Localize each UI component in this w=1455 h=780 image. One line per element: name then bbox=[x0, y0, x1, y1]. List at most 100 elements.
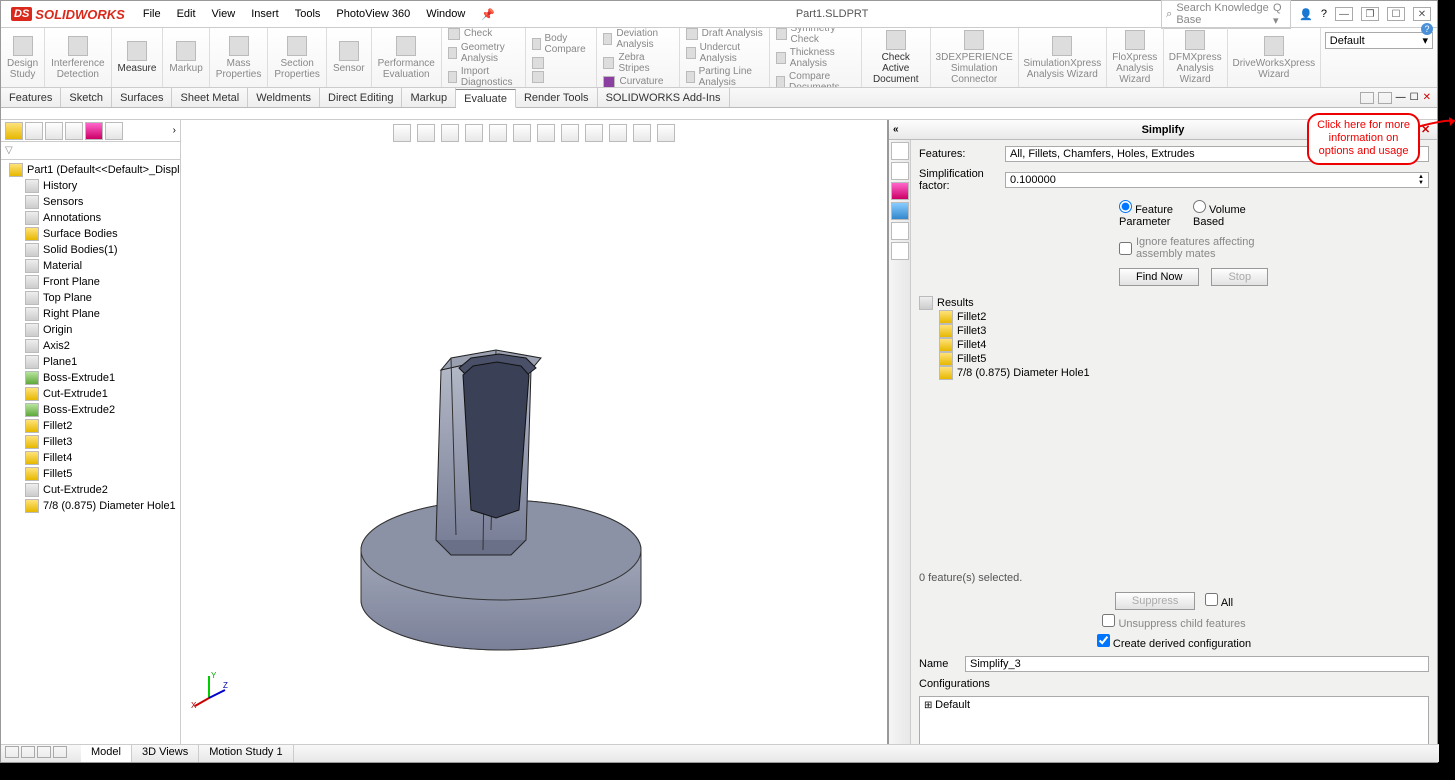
ribbon-section[interactable]: Section Properties bbox=[268, 28, 327, 87]
tree-item[interactable]: Annotations bbox=[1, 210, 180, 226]
ribbon-simulationxpress[interactable]: SimulationXpress Analysis Wizard bbox=[1019, 28, 1107, 87]
tab-icon[interactable] bbox=[891, 142, 909, 160]
display-style-icon[interactable] bbox=[537, 124, 555, 142]
tree-item[interactable]: Cut-Extrude1 bbox=[1, 386, 180, 402]
display-icon[interactable] bbox=[657, 124, 675, 142]
window-max-icon[interactable]: ☐ bbox=[1410, 92, 1419, 103]
ignore-features-check[interactable]: Ignore features affecting assembly mates bbox=[919, 234, 1429, 262]
fm-tab-dim-icon[interactable] bbox=[65, 122, 83, 140]
window-close-icon[interactable]: ✕ bbox=[1423, 92, 1431, 103]
hide-show-icon[interactable] bbox=[561, 124, 579, 142]
scene-icon[interactable] bbox=[609, 124, 627, 142]
cmdtab-features[interactable]: Features bbox=[1, 88, 61, 107]
tree-item[interactable]: Solid Bodies(1) bbox=[1, 242, 180, 258]
cmdtab-render-tools[interactable]: Render Tools bbox=[516, 88, 598, 107]
tree-item[interactable]: Top Plane bbox=[1, 290, 180, 306]
cmdtab-weldments[interactable]: Weldments bbox=[248, 88, 320, 107]
result-item[interactable]: 7/8 (0.875) Diameter Hole1 bbox=[919, 366, 1429, 380]
feature-filter[interactable]: ▽ bbox=[1, 142, 180, 160]
cmdtab-sheet-metal[interactable]: Sheet Metal bbox=[172, 88, 248, 107]
ribbon-measure[interactable]: Measure bbox=[112, 28, 164, 87]
ribbon-item[interactable]: Undercut Analysis bbox=[686, 42, 763, 64]
ribbon-item[interactable]: Check bbox=[448, 28, 519, 40]
tree-item[interactable]: Boss-Extrude1 bbox=[1, 370, 180, 386]
bottom-icon[interactable] bbox=[53, 746, 67, 758]
name-input[interactable] bbox=[965, 656, 1429, 672]
tree-item[interactable]: Sensors bbox=[1, 194, 180, 210]
ribbon-driveworksxpress[interactable]: DriveWorksXpress Wizard bbox=[1228, 28, 1321, 87]
help-circle-icon[interactable]: ? bbox=[1421, 23, 1433, 35]
results-header[interactable]: Results bbox=[919, 296, 1429, 310]
ribbon-item[interactable]: Thickness Analysis bbox=[776, 47, 855, 69]
radio-feature-parameter[interactable]: Feature Parameter bbox=[1119, 200, 1173, 228]
tab-icon[interactable] bbox=[891, 202, 909, 220]
view-settings-icon[interactable] bbox=[633, 124, 651, 142]
result-item[interactable]: Fillet5 bbox=[919, 352, 1429, 366]
appearance-icon[interactable] bbox=[585, 124, 603, 142]
cmdtab-markup[interactable]: Markup bbox=[402, 88, 456, 107]
cmdtab-surfaces[interactable]: Surfaces bbox=[112, 88, 172, 107]
minimize-button[interactable]: — bbox=[1335, 7, 1353, 21]
ribbon-item[interactable]: Zebra Stripes bbox=[603, 52, 672, 74]
maximize-button[interactable]: ☐ bbox=[1387, 7, 1405, 21]
tab-icon[interactable] bbox=[891, 162, 909, 180]
spinner-icon[interactable]: ▲▼ bbox=[1418, 174, 1424, 186]
factor-input[interactable]: 0.100000 ▲▼ bbox=[1005, 172, 1429, 188]
help-icon[interactable]: ? bbox=[1321, 8, 1327, 20]
bottom-icon[interactable] bbox=[5, 746, 19, 758]
search-knowledge-base[interactable]: ⌕ Search Knowledge Base Q ▾ bbox=[1161, 0, 1291, 29]
ribbon-check active[interactable]: Check Active Document bbox=[862, 28, 931, 87]
collapse-icon[interactable]: « bbox=[893, 124, 899, 135]
ribbon-mass[interactable]: Mass Properties bbox=[210, 28, 269, 87]
ribbon-item[interactable]: Geometry Analysis bbox=[448, 42, 519, 64]
ribbon-design[interactable]: Design Study bbox=[1, 28, 45, 87]
fm-tab-more-icon[interactable] bbox=[105, 122, 123, 140]
tree-item[interactable]: Front Plane bbox=[1, 274, 180, 290]
menu-pin-icon[interactable]: 📌 bbox=[473, 4, 503, 25]
window-icon[interactable] bbox=[1378, 92, 1392, 104]
fm-tab-config-icon[interactable] bbox=[45, 122, 63, 140]
find-now-button[interactable]: Find Now bbox=[1119, 268, 1199, 286]
bottom-icon[interactable] bbox=[21, 746, 35, 758]
ribbon-3dexperience[interactable]: 3DEXPERIENCE Simulation Connector bbox=[931, 28, 1019, 87]
cmdtab-direct-editing[interactable]: Direct Editing bbox=[320, 88, 402, 107]
menu-file[interactable]: File bbox=[135, 4, 169, 25]
result-item[interactable]: Fillet2 bbox=[919, 310, 1429, 324]
derived-checkbox[interactable]: Create derived configuration bbox=[1097, 634, 1251, 650]
menu-photoview[interactable]: PhotoView 360 bbox=[328, 4, 418, 25]
tree-item[interactable]: Cut-Extrude2 bbox=[1, 482, 180, 498]
ribbon-item[interactable]: Parting Line Analysis bbox=[686, 66, 763, 88]
bottom-tab-motion[interactable]: Motion Study 1 bbox=[199, 745, 293, 762]
tab-icon[interactable] bbox=[891, 222, 909, 240]
restore-button[interactable]: ❐ bbox=[1361, 7, 1379, 21]
tree-item[interactable]: Origin bbox=[1, 322, 180, 338]
tree-item[interactable]: Axis2 bbox=[1, 338, 180, 354]
ribbon-item[interactable]: Draft Analysis bbox=[686, 28, 763, 40]
cmdtab-evaluate[interactable]: Evaluate bbox=[456, 89, 516, 108]
ribbon-performance[interactable]: Performance Evaluation bbox=[372, 28, 442, 87]
chevron-right-icon[interactable]: › bbox=[173, 125, 176, 136]
fm-tab-appearance-icon[interactable] bbox=[85, 122, 103, 140]
tree-item[interactable]: Boss-Extrude2 bbox=[1, 402, 180, 418]
tree-item[interactable]: Fillet3 bbox=[1, 434, 180, 450]
window-icon[interactable] bbox=[1360, 92, 1374, 104]
ribbon-item[interactable]: Import Diagnostics bbox=[448, 66, 519, 88]
ribbon-interference[interactable]: Interference Detection bbox=[45, 28, 111, 87]
zoom-area-icon[interactable] bbox=[417, 124, 435, 142]
tree-item[interactable]: Right Plane bbox=[1, 306, 180, 322]
result-item[interactable]: Fillet3 bbox=[919, 324, 1429, 338]
bottom-tab-model[interactable]: Model bbox=[81, 745, 132, 762]
tab-icon[interactable] bbox=[891, 182, 909, 200]
unsuppress-checkbox[interactable]: Unsuppress child features bbox=[1102, 614, 1245, 630]
tree-item[interactable]: Fillet4 bbox=[1, 450, 180, 466]
tree-item[interactable]: Plane1 bbox=[1, 354, 180, 370]
graphics-viewport[interactable]: Y X Z bbox=[181, 120, 889, 760]
window-min-icon[interactable]: — bbox=[1396, 92, 1406, 103]
fm-tab-property-icon[interactable] bbox=[25, 122, 43, 140]
zoom-fit-icon[interactable] bbox=[393, 124, 411, 142]
menu-edit[interactable]: Edit bbox=[169, 4, 204, 25]
ribbon-item[interactable] bbox=[532, 71, 591, 83]
stop-button[interactable]: Stop bbox=[1211, 268, 1268, 286]
tree-item[interactable]: History bbox=[1, 178, 180, 194]
tree-item[interactable]: Fillet5 bbox=[1, 466, 180, 482]
